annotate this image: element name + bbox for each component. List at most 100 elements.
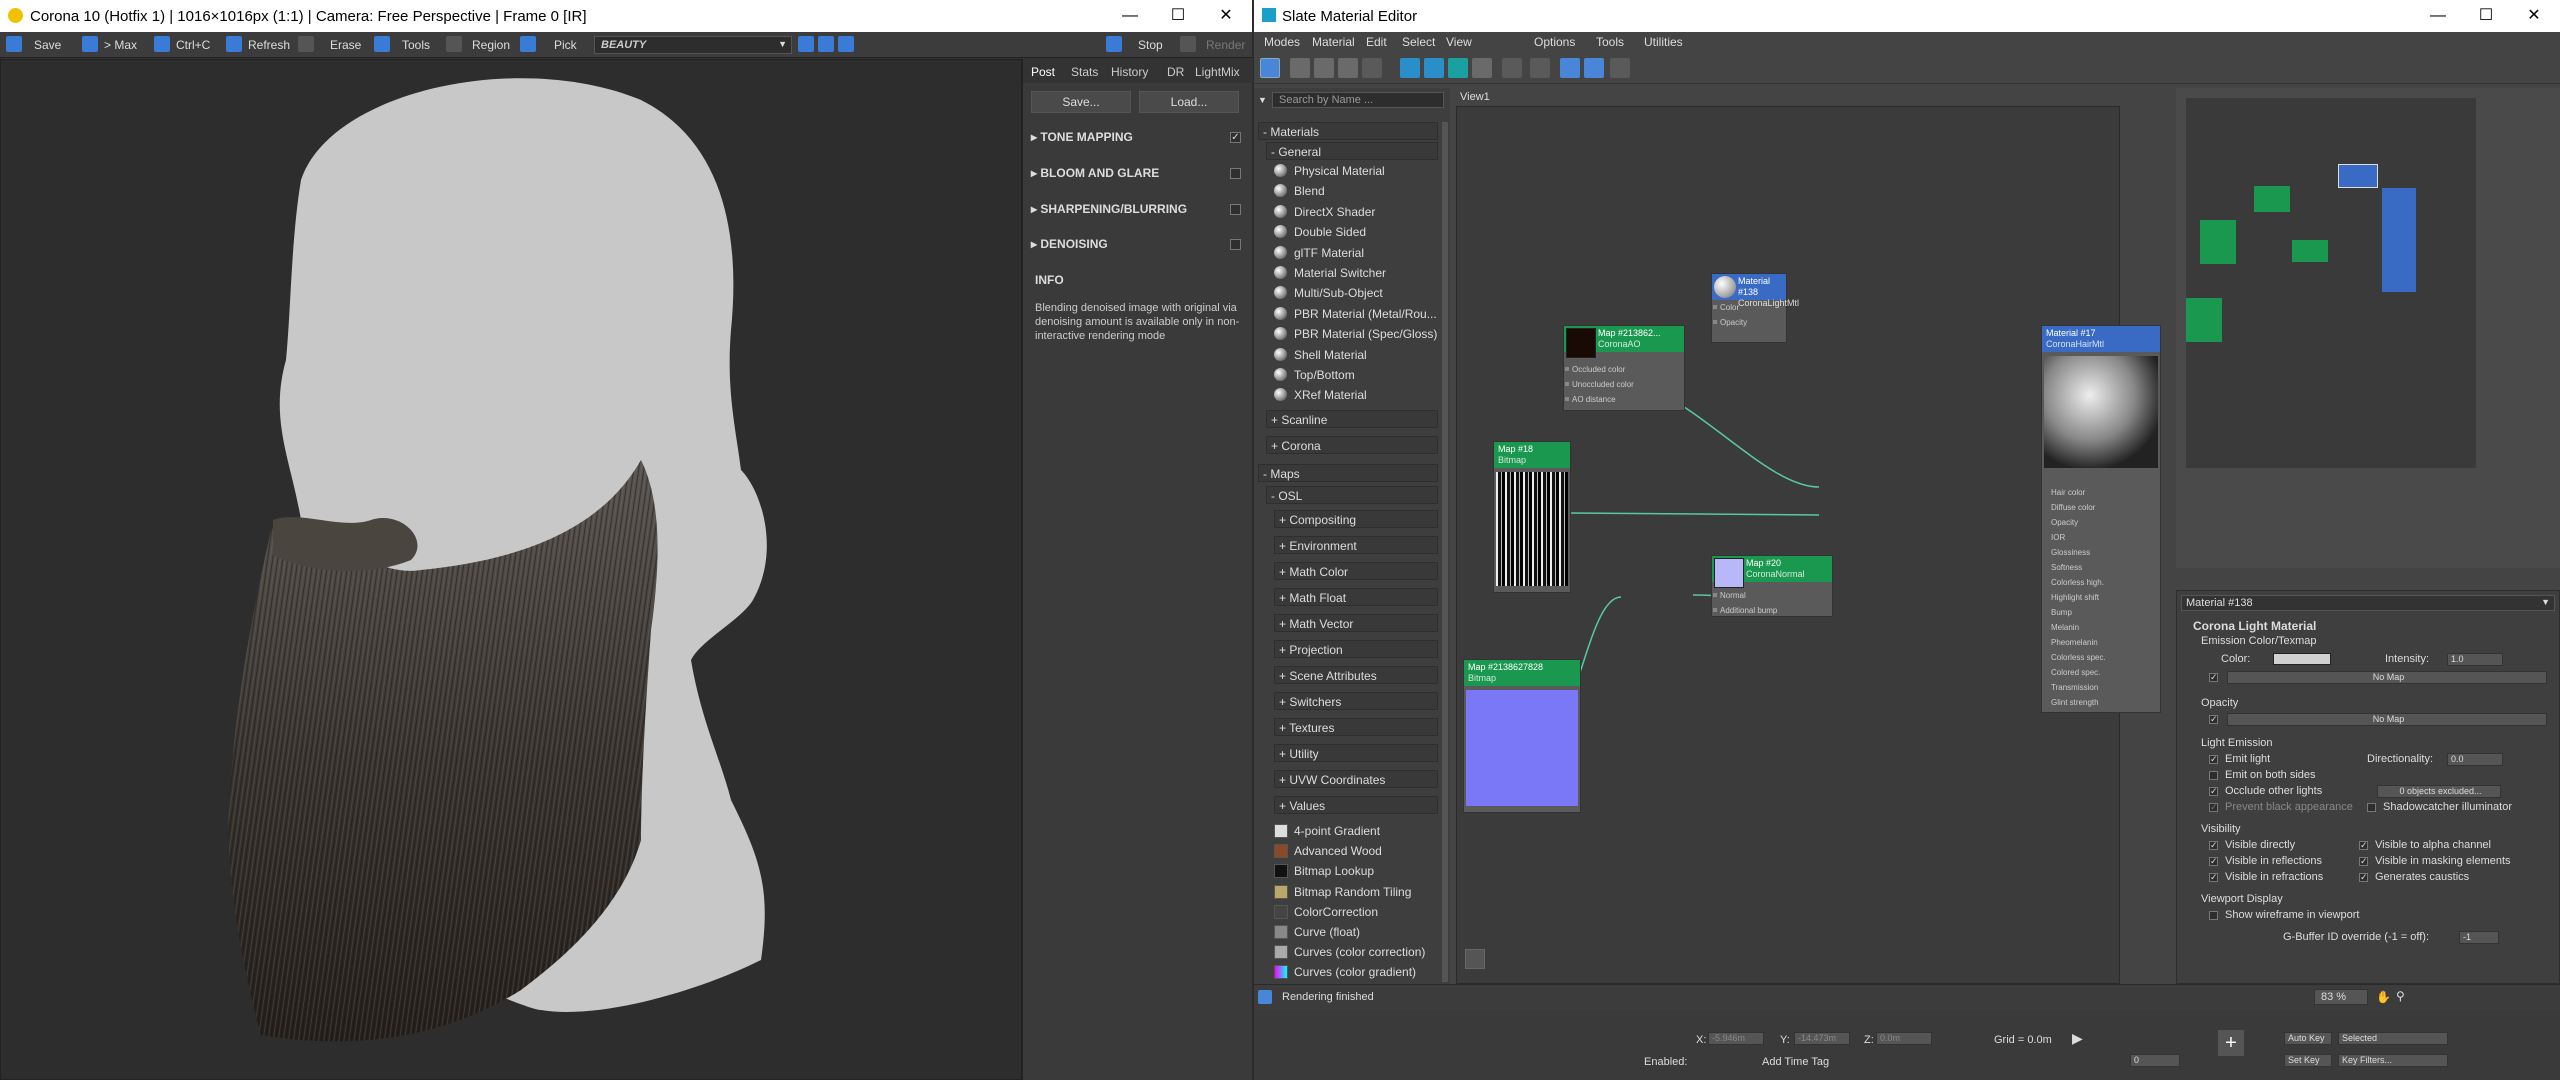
node-port[interactable]: Normal xyxy=(1712,588,1746,603)
node-port[interactable]: Glint strength xyxy=(2043,695,2099,710)
visible-alpha-checkbox[interactable]: ✓ xyxy=(2359,841,2368,850)
copy-button[interactable]: Ctrl+C xyxy=(176,36,210,54)
browser-material-item[interactable]: XRef Material xyxy=(1274,386,1367,404)
node-port[interactable]: Melanin xyxy=(2043,620,2079,635)
node-port[interactable]: Colored spec. xyxy=(2043,665,2100,680)
node-port[interactable]: Opacity xyxy=(1712,315,1747,330)
assign-icon[interactable] xyxy=(1338,58,1358,78)
browser-material-item[interactable]: glTF Material xyxy=(1274,244,1364,262)
maximize-button[interactable]: ☐ xyxy=(1158,4,1198,28)
browser-scrollbar[interactable] xyxy=(1442,122,1448,982)
background-icon[interactable] xyxy=(1472,58,1492,78)
node-port[interactable]: Unoccluded color xyxy=(1564,377,1634,392)
browser-group-osl[interactable]: - OSL xyxy=(1266,486,1438,504)
visible-masking-checkbox[interactable]: ✓ xyxy=(2359,857,2368,866)
menu-modes[interactable]: Modes xyxy=(1264,35,1300,49)
navigator-panel[interactable] xyxy=(2176,88,2560,568)
emit-both-checkbox[interactable] xyxy=(2209,771,2218,780)
stop-button[interactable]: Stop xyxy=(1138,36,1163,54)
maximize-button[interactable]: ☐ xyxy=(2466,4,2506,28)
node-bitmap-normal[interactable]: Map #2138627828 Bitmap xyxy=(1463,659,1581,813)
node-port[interactable]: Pheomelanin xyxy=(2043,635,2098,650)
frame-field[interactable]: 0 xyxy=(2130,1054,2180,1067)
node-ao-map[interactable]: Map #213862... CoronaAO Occluded color Un… xyxy=(1563,325,1685,411)
caustics-checkbox[interactable]: ✓ xyxy=(2359,873,2368,882)
node-port[interactable]: Glossiness xyxy=(2043,545,2090,560)
render-icon[interactable] xyxy=(1180,36,1196,52)
bloom-checkbox[interactable] xyxy=(1230,168,1241,179)
browser-material-item[interactable]: Physical Material xyxy=(1274,162,1385,180)
move-children-icon[interactable] xyxy=(1400,58,1420,78)
save-icon[interactable] xyxy=(6,36,22,52)
browser-material-item[interactable]: Double Sided xyxy=(1274,223,1366,241)
zoom-fit-icon[interactable] xyxy=(838,36,854,52)
node-port[interactable]: IOR xyxy=(2043,530,2065,545)
browser-map-item[interactable]: Bitmap Lookup xyxy=(1274,862,1374,880)
menu-edit[interactable]: Edit xyxy=(1366,35,1387,49)
tools-button[interactable]: Tools xyxy=(402,36,430,54)
osl-category[interactable]: + Values xyxy=(1274,796,1438,814)
osl-category[interactable]: + Projection xyxy=(1274,640,1438,658)
osl-category[interactable]: + Textures xyxy=(1274,718,1438,736)
material-map-browser-icon[interactable] xyxy=(1560,58,1580,78)
browser-material-item[interactable]: Shell Material xyxy=(1274,346,1367,364)
visible-reflections-checkbox[interactable]: ✓ xyxy=(2209,857,2218,866)
menu-view[interactable]: View xyxy=(1446,35,1472,49)
save-button[interactable]: Save xyxy=(34,36,61,54)
browser-material-item[interactable]: PBR Material (Metal/Rou... xyxy=(1274,305,1437,323)
browser-map-item[interactable]: Advanced Wood xyxy=(1274,842,1382,860)
save-settings-button[interactable]: Save... xyxy=(1031,91,1131,113)
close-button[interactable]: ✕ xyxy=(1206,4,1246,28)
menu-tools[interactable]: Tools xyxy=(1596,35,1624,49)
node-port[interactable]: Hair color xyxy=(2043,485,2085,500)
coord-x-field[interactable]: -5.946m xyxy=(1708,1032,1764,1045)
osl-category[interactable]: + Scene Attributes xyxy=(1274,666,1438,684)
key-filters-button[interactable]: Key Filters... xyxy=(2338,1054,2448,1067)
node-port[interactable]: AO distance xyxy=(1564,392,1616,407)
menu-utilities[interactable]: Utilities xyxy=(1644,35,1683,49)
browser-map-item[interactable]: Curve (float) xyxy=(1274,923,1360,941)
put-to-scene-icon[interactable] xyxy=(1314,58,1334,78)
key-mode-select[interactable]: Selected xyxy=(2338,1032,2448,1045)
to-max-button[interactable]: > Max xyxy=(104,36,137,54)
node-port[interactable]: Additional bump xyxy=(1712,603,1777,618)
browser-group-materials[interactable]: - Materials xyxy=(1258,122,1438,140)
browser-material-item[interactable]: PBR Material (Spec/Gloss) xyxy=(1274,325,1437,343)
coord-y-field[interactable]: -14.473m xyxy=(1794,1032,1850,1045)
node-port[interactable]: Bump xyxy=(2043,605,2072,620)
browser-material-item[interactable]: Material Switcher xyxy=(1274,264,1386,282)
render-button[interactable]: Render xyxy=(1206,36,1245,54)
erase-icon[interactable] xyxy=(298,36,314,52)
browser-map-item[interactable]: Curves (color gradient) xyxy=(1274,963,1416,981)
zoom-icon[interactable]: ⚲ xyxy=(2396,989,2405,1003)
node-bitmap-18[interactable]: Map #18 Bitmap xyxy=(1493,441,1571,593)
to-max-icon[interactable] xyxy=(82,36,98,52)
browser-map-item[interactable]: ColorCorrection xyxy=(1274,903,1378,921)
osl-category[interactable]: + Math Vector xyxy=(1274,614,1438,632)
browser-group-general[interactable]: - General xyxy=(1266,142,1438,160)
opacity-map-button[interactable]: No Map xyxy=(2227,713,2547,726)
osl-category[interactable]: + Switchers xyxy=(1274,692,1438,710)
osl-category[interactable]: + UVW Coordinates xyxy=(1274,770,1438,788)
layout-icon[interactable] xyxy=(1502,58,1522,78)
zoom-select[interactable]: 83 % xyxy=(2314,989,2368,1005)
pan-icon[interactable]: ✋ xyxy=(2376,990,2391,1004)
color-swatch[interactable] xyxy=(2273,653,2331,665)
browser-group-corona[interactable]: + Corona xyxy=(1266,436,1438,454)
node-view[interactable]: Material #138 CoronaLightMtl Color Opacit… xyxy=(1456,106,2161,984)
pick-button[interactable]: Pick xyxy=(554,36,577,54)
opacity-map-checkbox[interactable]: ✓ xyxy=(2209,715,2218,724)
browser-material-item[interactable]: DirectX Shader xyxy=(1274,203,1375,221)
visible-refractions-checkbox[interactable]: ✓ xyxy=(2209,873,2218,882)
select-tool-icon[interactable] xyxy=(1260,58,1280,78)
tab-dr[interactable]: DR xyxy=(1167,63,1184,81)
pick-icon[interactable] xyxy=(520,36,536,52)
close-button[interactable]: ✕ xyxy=(2514,4,2554,28)
show-wireframe-checkbox[interactable] xyxy=(2209,911,2218,920)
emit-light-checkbox[interactable]: ✓ xyxy=(2209,755,2218,764)
browser-material-item[interactable]: Top/Bottom xyxy=(1274,366,1355,384)
occlude-checkbox[interactable]: ✓ xyxy=(2209,787,2218,796)
zoom-out-icon[interactable] xyxy=(818,36,834,52)
tab-history[interactable]: History xyxy=(1111,63,1148,81)
node-port[interactable]: Diffuse color xyxy=(2043,500,2095,515)
